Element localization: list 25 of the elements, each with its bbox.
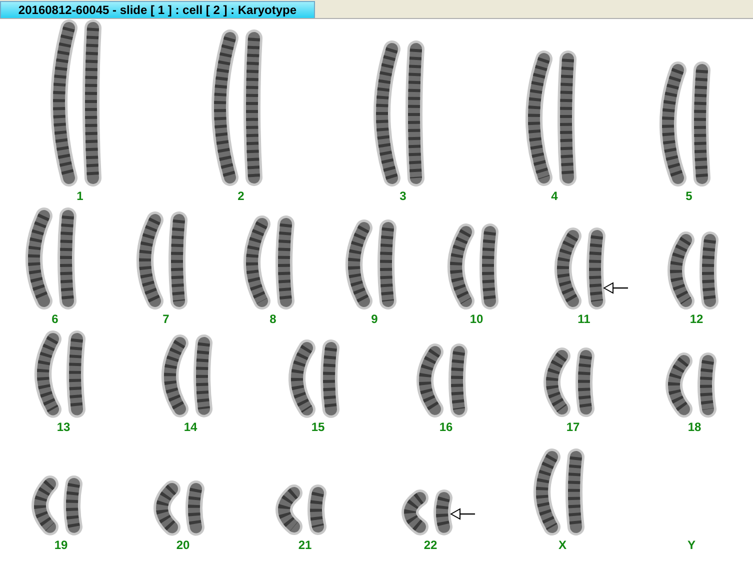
chromosome-number: 1: [76, 189, 84, 203]
chromosome-number: 4: [551, 189, 558, 203]
chromosome-number: 3: [400, 189, 406, 203]
chromosome-number: 15: [311, 420, 325, 434]
chromosome-number: 20: [176, 538, 190, 552]
chromosome-number: 22: [424, 538, 438, 552]
chromosome-number: 8: [270, 312, 276, 326]
chromosome-number: 14: [184, 420, 198, 434]
chromosome-number: 7: [162, 312, 170, 326]
chromosome-number: 11: [578, 312, 590, 326]
chromosome-number: 9: [371, 312, 378, 326]
chromosome-number: 2: [238, 189, 244, 203]
window-title[interactable]: 20160812-60045 - slide [ 1 ] : cell [ 2 ] : Karyotype: [0, 1, 315, 18]
chromosome-number: 16: [439, 420, 453, 434]
chromosome-number: 6: [52, 312, 58, 326]
chromosome-number: 19: [54, 538, 68, 552]
chromosome-number: 5: [686, 189, 692, 203]
chromosome-number: Y: [687, 538, 696, 552]
chromosome-number: 17: [566, 420, 580, 434]
chromosome-number: 10: [470, 312, 484, 326]
chromosome-number: 21: [298, 538, 312, 552]
chromosome-number: 18: [688, 420, 702, 434]
chromosome-number: 12: [690, 312, 704, 326]
chromosome-number: X: [558, 538, 566, 552]
chromosome-number: 13: [56, 420, 70, 434]
